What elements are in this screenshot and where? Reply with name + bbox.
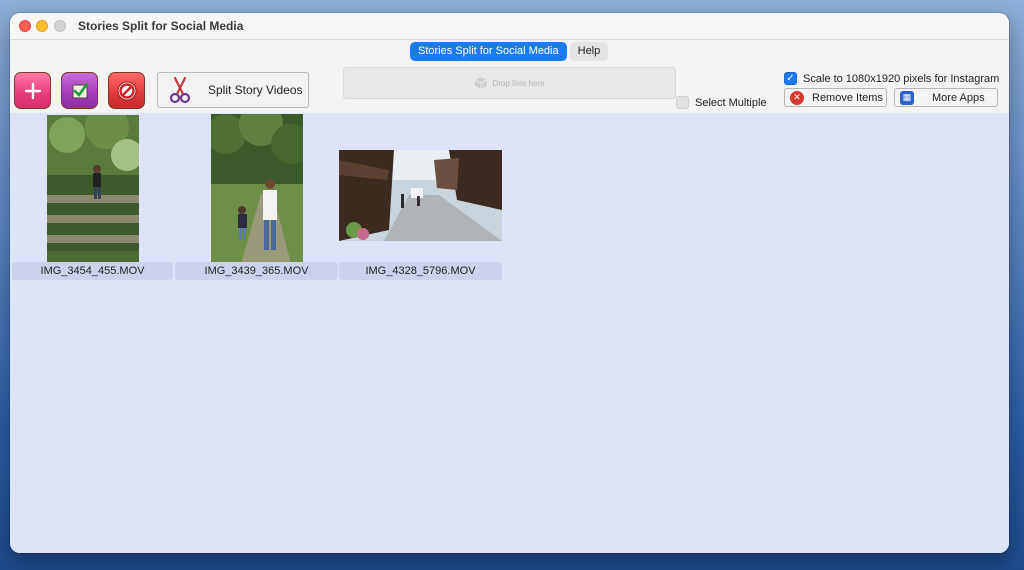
minimize-window-button[interactable] <box>36 20 48 32</box>
box-icon <box>475 77 488 89</box>
video-file-name: IMG_4328_5796.MOV <box>339 262 502 280</box>
checkmark-icon <box>72 82 88 98</box>
window-title: Stories Split for Social Media <box>78 19 244 33</box>
title-bar: Stories Split for Social Media <box>10 13 1009 40</box>
video-thumbnail <box>211 114 303 264</box>
zoom-window-button[interactable] <box>54 20 66 32</box>
split-story-videos-button[interactable]: Split Story Videos <box>157 72 309 108</box>
select-multiple-checkbox[interactable] <box>676 96 689 109</box>
toolbar: Stories Split for Social Media Help Spli… <box>10 40 1009 113</box>
plus-icon <box>24 82 41 99</box>
close-window-button[interactable] <box>19 20 31 32</box>
video-item[interactable]: IMG_4328_5796.MOV <box>339 113 504 283</box>
select-all-button[interactable] <box>61 72 98 109</box>
split-button-label: Split Story Videos <box>208 83 303 97</box>
video-thumbnail <box>339 150 502 241</box>
video-thumbnail <box>47 115 139 263</box>
select-multiple-label: Select Multiple <box>695 96 767 109</box>
scissors-icon <box>162 73 198 107</box>
apps-grid-icon: ▦ <box>900 90 914 105</box>
scale-option[interactable]: ✓ Scale to 1080x1920 pixels for Instagra… <box>784 72 999 85</box>
video-item[interactable]: IMG_3439_365.MOV <box>175 113 340 283</box>
scale-checkbox[interactable]: ✓ <box>784 72 797 85</box>
video-list-area[interactable]: IMG_3454_455.MOV IMG_3439_365.MOV IMG_43… <box>10 113 1009 553</box>
tab-stories-split[interactable]: Stories Split for Social Media <box>410 42 567 61</box>
more-apps-label: More Apps <box>932 91 985 104</box>
drop-zone-placeholder: Drop files here <box>492 78 545 88</box>
video-file-name: IMG_3439_365.MOV <box>175 262 338 280</box>
remove-items-button[interactable]: ✕ Remove Items <box>784 88 887 107</box>
tab-help[interactable]: Help <box>569 42 609 61</box>
no-entry-icon <box>117 81 136 100</box>
select-multiple-option[interactable]: Select Multiple <box>676 96 767 109</box>
drop-zone[interactable]: Drop files here <box>343 67 676 99</box>
tab-bar: Stories Split for Social Media Help <box>410 42 609 61</box>
video-file-name: IMG_3454_455.MOV <box>12 262 173 280</box>
remove-items-label: Remove Items <box>812 91 883 104</box>
add-files-button[interactable] <box>14 72 51 109</box>
scale-label: Scale to 1080x1920 pixels for Instagram <box>803 72 1000 85</box>
video-item[interactable]: IMG_3454_455.MOV <box>10 113 175 283</box>
deselect-button[interactable] <box>108 72 145 109</box>
remove-x-icon: ✕ <box>790 90 804 105</box>
more-apps-button[interactable]: ▦ More Apps <box>894 88 998 107</box>
app-window: Stories Split for Social Media Stories S… <box>10 13 1009 553</box>
